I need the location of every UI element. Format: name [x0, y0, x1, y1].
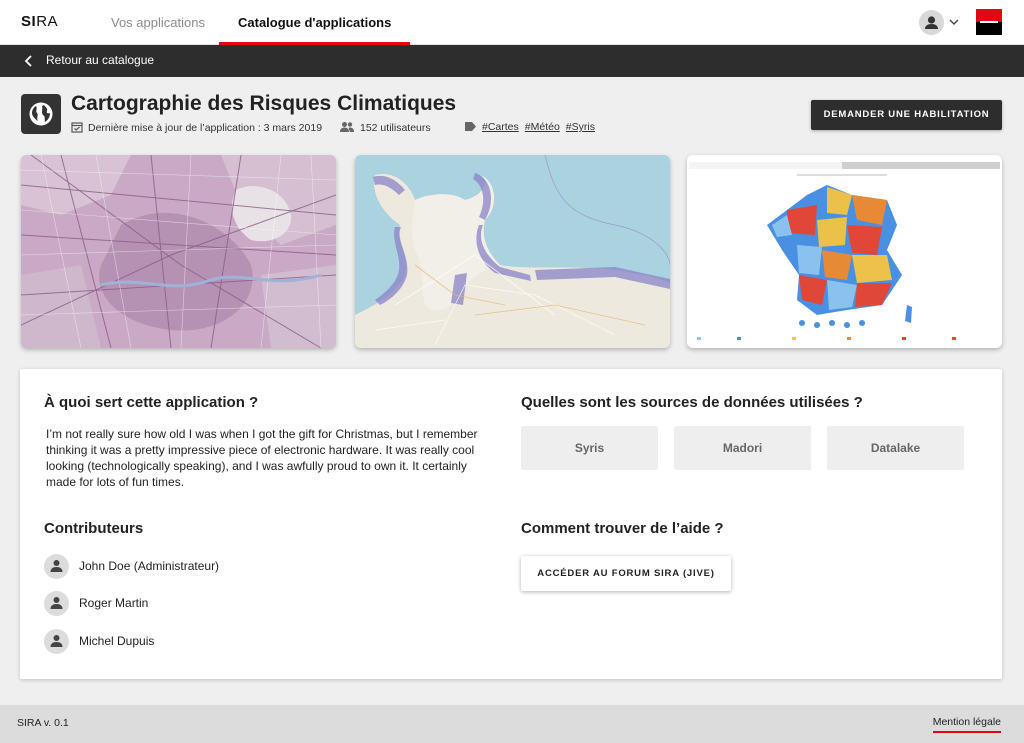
details-card: À quoi sert cette application ? I’m not … — [20, 369, 1002, 679]
calendar-check-icon — [71, 122, 83, 133]
contributor-name: John Doe (Administrateur) — [79, 559, 220, 573]
user-icon — [50, 560, 63, 572]
last-update-text: Dernière mise à jour de l’application : … — [88, 122, 323, 134]
page-title: Cartographie des Risques Climatiques — [71, 92, 457, 115]
last-update-meta: Dernière mise à jour de l’application : … — [71, 121, 322, 134]
app-screenshot-2[interactable] — [355, 155, 670, 348]
user-icon — [50, 635, 63, 647]
globe-icon — [29, 102, 53, 126]
back-to-catalogue-link[interactable]: Retour au catalogue — [46, 53, 154, 67]
source-chip-syris: Syris — [521, 426, 658, 470]
contributor-name: Michel Dupuis — [79, 634, 155, 648]
user-avatar-button[interactable] — [919, 10, 944, 35]
avatar — [44, 591, 69, 616]
brand-logo — [976, 9, 1002, 35]
app-screenshot-3[interactable] — [687, 155, 1002, 348]
tag-link[interactable]: #Météo — [525, 121, 560, 133]
chevron-down-icon[interactable] — [949, 17, 959, 27]
logo-light-text: RA — [36, 13, 59, 30]
tags-meta: #Cartes #Météo #Syris — [464, 121, 601, 133]
avatar — [44, 554, 69, 579]
avatar — [44, 629, 69, 654]
footer: SIRA v. 0.1 Mention légale — [0, 705, 1024, 743]
purpose-description: I’m not really sure how old I was when I… — [46, 427, 478, 489]
source-chip-madori: Madori — [674, 426, 811, 470]
contributor-name: Roger Martin — [79, 596, 149, 610]
back-bar[interactable]: Retour au catalogue — [0, 45, 1024, 77]
version-label: SIRA v. 0.1 — [17, 717, 69, 729]
request-access-button[interactable]: DEMANDER UNE HABILITATION — [811, 100, 1002, 130]
urban-map-image — [21, 155, 336, 348]
tab-catalogue[interactable]: Catalogue d'applications — [218, 0, 411, 45]
tag-link[interactable]: #Syris — [566, 121, 595, 133]
help-heading: Comment trouver de l’aide ? — [521, 520, 724, 537]
tab-vos-applications[interactable]: Vos applications — [111, 0, 205, 45]
sira-logo[interactable]: SIRA — [21, 13, 58, 30]
app-screenshot-1[interactable] — [21, 155, 336, 348]
france-risk-map-image — [687, 155, 1002, 348]
users-count: 152 utilisateurs — [360, 122, 431, 134]
tag-link[interactable]: #Cartes — [482, 121, 519, 133]
sources-heading: Quelles sont les sources de données util… — [521, 394, 863, 411]
app-icon — [21, 94, 61, 134]
forum-button[interactable]: ACCÉDER AU FORUM SIRA (JIVE) — [521, 556, 731, 591]
users-icon — [340, 122, 354, 132]
tag-icon — [465, 122, 476, 131]
contributors-heading: Contributeurs — [44, 520, 144, 537]
coastal-map-image — [355, 155, 670, 348]
chevron-left-icon[interactable] — [24, 55, 34, 67]
source-chip-datalake: Datalake — [827, 426, 964, 470]
top-navigation: SIRA Vos applications Catalogue d'applic… — [0, 0, 1024, 45]
users-meta: 152 utilisateurs — [339, 121, 431, 134]
user-icon — [50, 597, 63, 609]
purpose-heading: À quoi sert cette application ? — [44, 394, 259, 411]
logo-bold-text: SI — [21, 13, 37, 30]
user-icon — [925, 16, 938, 29]
legal-notice-link[interactable]: Mention légale — [932, 716, 1001, 733]
